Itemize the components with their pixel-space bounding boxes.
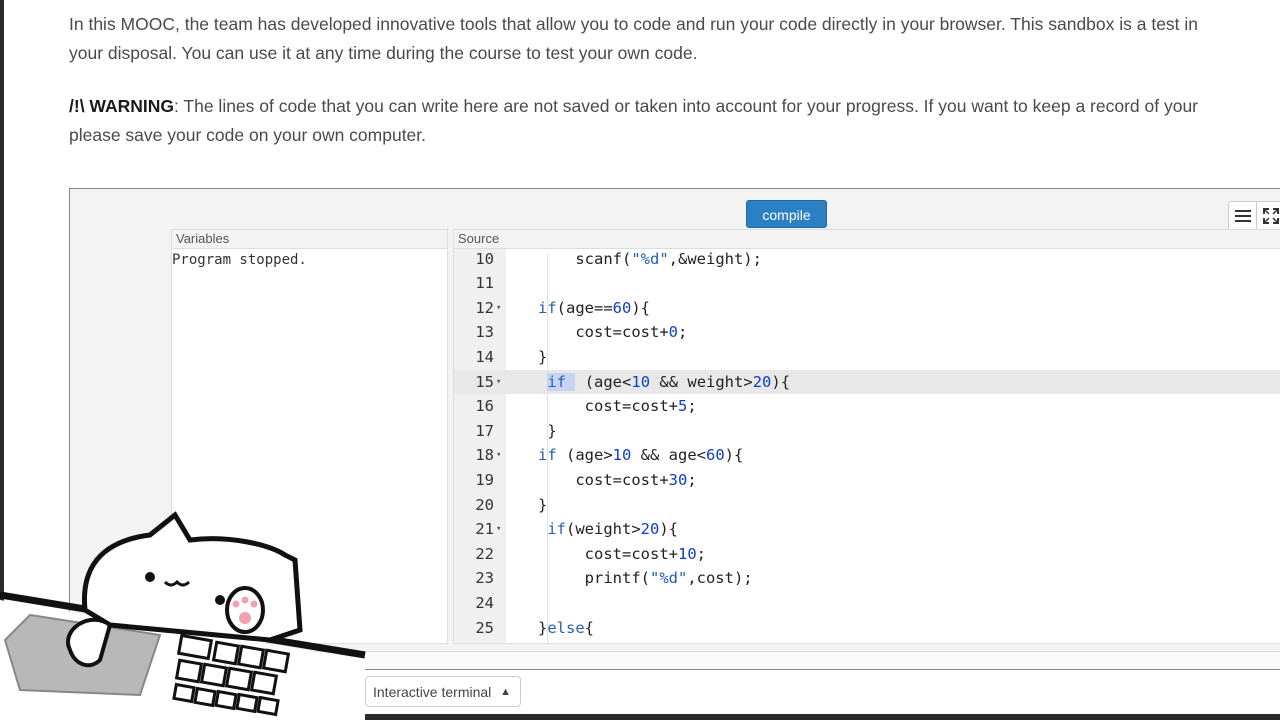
code-line[interactable]: 12 ▾ if(age==60){ [454, 296, 1280, 321]
hamburger-menu-icon[interactable] [1229, 202, 1256, 230]
code-line[interactable]: 15 ▾ if (age<10 && weight>20){ [454, 369, 1280, 395]
line-number: 11 [475, 274, 494, 293]
source-header: Source [454, 230, 1280, 249]
code-text: if(age==60){ [538, 298, 651, 317]
line-number: 23 [475, 569, 494, 588]
code-text: scanf("%d",&weight); [538, 249, 762, 268]
line-number: 15 [475, 372, 494, 391]
code-text: } [538, 347, 548, 366]
line-number: 18 [475, 446, 494, 465]
code-text: } [538, 495, 548, 514]
fold-arrow-icon[interactable]: ▾ [496, 517, 501, 542]
code-line[interactable]: 18 ▾ if (age>10 && age<60){ [454, 443, 1280, 468]
code-line[interactable]: 25 }else{ [454, 616, 1280, 641]
code-text: if(weight>20){ [547, 520, 679, 539]
select-arrows-icon: ▲ [500, 686, 511, 698]
line-number: 24 [475, 593, 494, 612]
compile-button[interactable]: compile [746, 200, 827, 228]
variables-header: Variables [172, 230, 447, 249]
taskbar-edge [365, 714, 1280, 720]
code-line[interactable]: 24 [454, 591, 1280, 616]
line-number: 10 [475, 249, 494, 268]
line-number: 14 [475, 347, 494, 366]
ide-toolbar-buttons [1228, 201, 1280, 231]
warning-label: /!\ WARNING [69, 96, 174, 116]
code-line[interactable]: 14} [454, 345, 1280, 370]
code-line[interactable]: 19 cost=cost+30; [454, 468, 1280, 493]
fullscreen-icon[interactable] [1256, 202, 1280, 230]
code-line[interactable]: 16 cost=cost+5; [454, 394, 1280, 419]
program-status: Program stopped. [172, 252, 307, 268]
code-text: if (age<10 && weight>20){ [547, 372, 791, 391]
intro-text: In this MOOC, the team has developed inn… [69, 10, 1280, 150]
intro-paragraph: In this MOOC, the team has developed inn… [69, 14, 1199, 63]
code-line[interactable]: 17 } [454, 419, 1280, 444]
code-line[interactable]: 13 cost=cost+0; [454, 320, 1280, 345]
code-line[interactable]: 21 ▾ if(weight>20){ [454, 517, 1280, 542]
line-number: 17 [475, 421, 494, 440]
fold-arrow-icon[interactable]: ▾ [496, 370, 501, 395]
fold-arrow-icon[interactable]: ▾ [496, 296, 501, 321]
code-text: printf("%d",cost); [538, 569, 753, 588]
interactive-terminal-select[interactable]: Interactive terminal ▲ [365, 676, 521, 707]
line-number: 12 [475, 298, 494, 317]
code-text: cost=cost+10; [538, 544, 706, 563]
code-text: cost=cost+0; [538, 323, 688, 342]
warning-paragraph: /!\ WARNING: The lines of code that you … [69, 96, 1198, 145]
code-text: cost=cost+30; [538, 470, 697, 489]
code-line[interactable]: 20} [454, 493, 1280, 518]
line-number: 16 [475, 397, 494, 416]
cat-typing-overlay [0, 511, 366, 720]
code-line[interactable]: 10 scanf("%d",&weight); [454, 247, 1280, 272]
code-line[interactable]: 22 cost=cost+10; [454, 542, 1280, 567]
line-number: 21 [475, 520, 494, 539]
fold-arrow-icon[interactable]: ▾ [496, 443, 501, 468]
code-text: cost=cost+5; [538, 397, 697, 416]
code-line[interactable]: 11 [454, 271, 1280, 296]
code-editor[interactable]: 9 scanf("%d",&age);10 scanf("%d",&weight… [454, 230, 1280, 641]
code-text: }else{ [538, 618, 595, 637]
source-panel[interactable]: Source 9 scanf("%d",&age);10 scanf("%d",… [453, 229, 1280, 644]
line-number: 22 [475, 544, 494, 563]
line-number: 13 [475, 323, 494, 342]
code-line[interactable]: 23 printf("%d",cost); [454, 566, 1280, 591]
code-text: if (age>10 && age<60){ [538, 446, 744, 465]
line-number: 19 [475, 470, 494, 489]
line-number: 20 [475, 495, 494, 514]
line-number: 25 [475, 618, 494, 637]
code-text: } [538, 421, 557, 440]
